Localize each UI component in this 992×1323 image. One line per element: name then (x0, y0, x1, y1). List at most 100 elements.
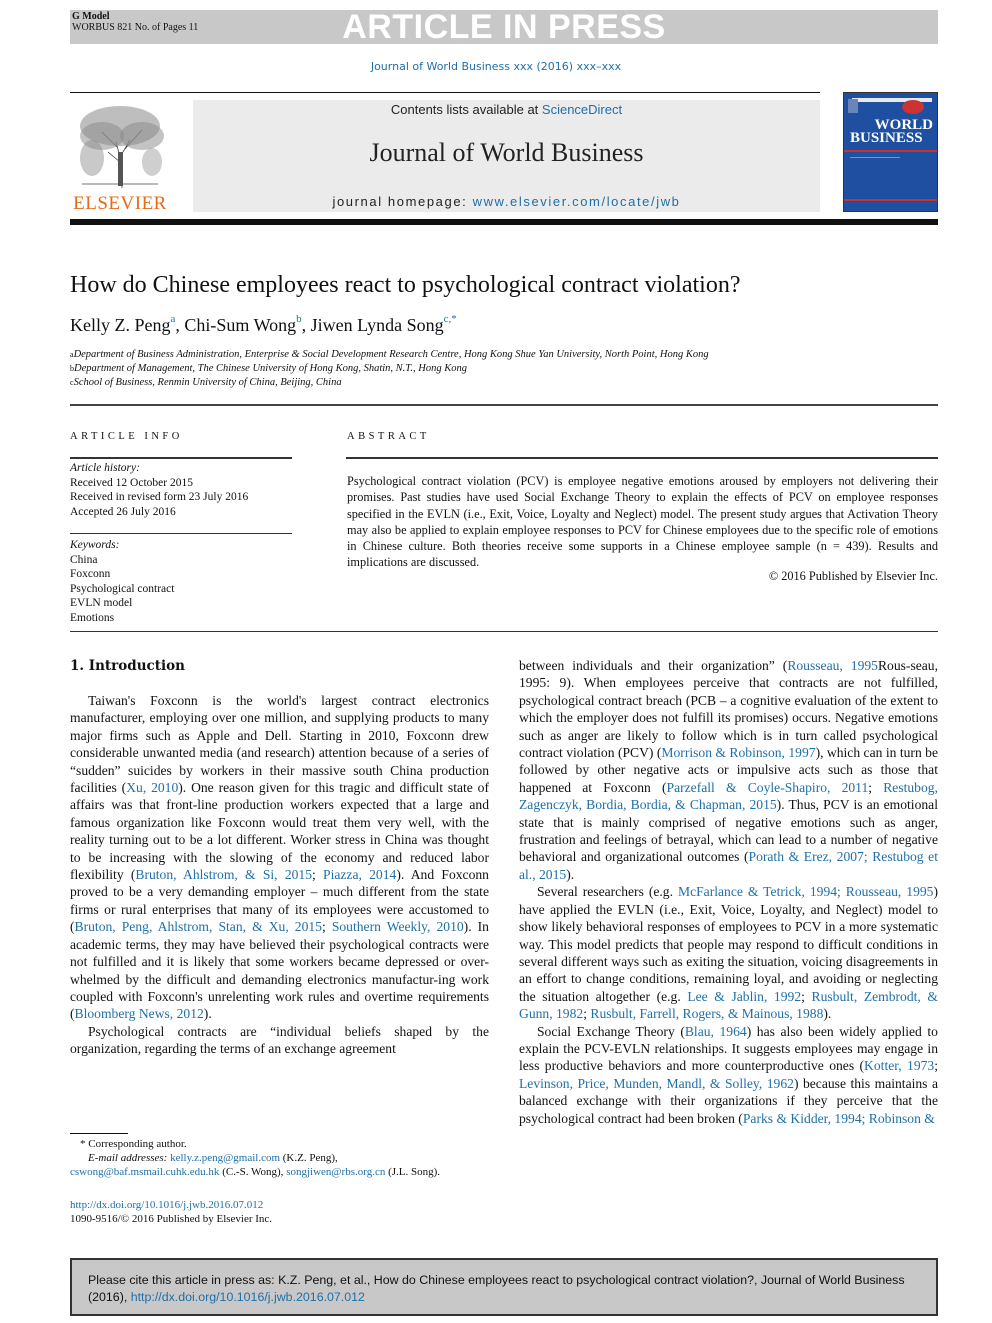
body-text: ; (801, 988, 812, 1004)
journal-title: Journal of World Business (369, 138, 644, 167)
history-label: Article history: (70, 462, 140, 474)
citation-link[interactable]: Morrison & Robinson, 1997 (661, 745, 815, 760)
sciencedirect-link[interactable]: ScienceDirect (542, 102, 622, 117)
author-name[interactable]: Jiwen Lynda Song (311, 315, 444, 335)
affiliation-text: Department of Business Administration, E… (73, 349, 709, 360)
citation-link[interactable]: Kotter, 1973 (864, 1058, 934, 1073)
elsevier-wordmark: ELSEVIER (73, 193, 167, 214)
body-paragraph: between individuals and their organizati… (519, 657, 938, 883)
citation-link[interactable]: Rousseau, 1995 (787, 658, 878, 673)
author-affiliation-marker[interactable]: c,* (444, 313, 457, 325)
header-divider (70, 92, 820, 93)
citation-link[interactable]: Parks & Kidder, 1994; Robinson & (743, 1111, 935, 1126)
section-heading-introduction: 1. Introduction (70, 658, 185, 674)
section-divider (70, 404, 938, 406)
citation-doi-link[interactable]: http://dx.doi.org/10.1016/j.jwb.2016.07.… (131, 1290, 365, 1304)
citation-link[interactable]: Piazza, 2014 (323, 867, 396, 882)
cover-publisher-logo (848, 99, 858, 113)
body-text: ; (321, 919, 332, 935)
article-title: How do Chinese employees react to psycho… (70, 272, 741, 298)
journal-cover-thumbnail[interactable]: WORLD BUSINESS (843, 92, 938, 212)
doi-block: http://dx.doi.org/10.1016/j.jwb.2016.07.… (70, 1198, 272, 1226)
email-link[interactable]: kelly.z.peng@gmail.com (170, 1152, 280, 1164)
body-text: Social Exchange Theory ( (537, 1023, 685, 1039)
abstract-rule (346, 457, 938, 459)
email-link[interactable]: songjiwen@rbs.org.cn (286, 1166, 385, 1178)
affiliation-item: bDepartment of Management, The Chinese U… (70, 362, 709, 376)
citation-link[interactable]: Bruton, Ahlstrom, & Si, 2015 (135, 867, 312, 882)
body-text: ). (566, 866, 575, 882)
citation-link[interactable]: Bruton, Peng, Ahlstrom, Stan, & Xu, 2015 (75, 919, 322, 934)
keywords: Keywords: China Foxconn Psychological co… (70, 538, 174, 625)
keywords-label: Keywords: (70, 539, 120, 551)
citation-link[interactable]: Parzefall & Coyle-Shapiro, 2011 (667, 780, 869, 795)
email-line: E-mail addresses: kelly.z.peng@gmail.com… (70, 1151, 500, 1165)
citation-link[interactable]: McFarlance & Tetrick, 1994; Rousseau, 19… (678, 884, 933, 899)
author-affiliation-marker[interactable]: b (296, 313, 302, 325)
body-paragraph: Social Exchange Theory (Blau, 1964) has … (519, 1023, 938, 1127)
cover-title-line2: BUSINESS (850, 130, 923, 146)
body-text: ; (312, 867, 324, 883)
article-info-heading: ARTICLE INFO (70, 431, 183, 442)
cover-contents-text (850, 157, 900, 178)
history-item: Received 12 October 2015 (70, 476, 193, 489)
email-owner: (C.-S. Wong), (219, 1166, 287, 1178)
keyword-item: Emotions (70, 611, 115, 624)
citation-link[interactable]: Xu, 2010 (126, 780, 178, 795)
abstract-copyright: © 2016 Published by Elsevier Inc. (768, 569, 938, 583)
citation-link[interactable]: Rusbult, Farrell, Rogers, & Mainous, 198… (590, 1006, 823, 1021)
article-history: Article history: Received 12 October 201… (70, 461, 248, 519)
email-owner: (K.Z. Peng), (280, 1152, 338, 1164)
abstract-text: Psychological contract violation (PCV) i… (347, 474, 938, 570)
citation-link[interactable]: Bloomberg News, 2012 (75, 1006, 204, 1021)
elsevier-tree-icon (72, 102, 168, 190)
body-left-column: Taiwan's Foxconn is the world's largest … (70, 692, 489, 1058)
body-text: ). (203, 1006, 212, 1022)
journal-citation-line[interactable]: Journal of World Business xxx (2016) xxx… (0, 60, 992, 73)
citation-link[interactable]: Levinson, Price, Munden, Mandl, & Solley… (519, 1076, 794, 1091)
author-name[interactable]: Chi-Sum Wong (184, 315, 296, 335)
banner-title: ARTICLE IN PRESS (342, 8, 666, 46)
citation-notice-box: Please cite this article in press as: K.… (70, 1258, 938, 1316)
keyword-item: Psychological contract (70, 582, 175, 595)
homepage-link[interactable]: www.elsevier.com/locate/jwb (473, 194, 681, 209)
author-affiliation-marker[interactable]: a (171, 313, 176, 325)
affiliation-text: Department of Management, The Chinese Un… (74, 363, 467, 374)
affiliation-text: School of Business, Renmin University of… (73, 377, 342, 388)
affiliation-item: cSchool of Business, Renmin University o… (70, 376, 709, 390)
keyword-item: Foxconn (70, 568, 111, 580)
body-text: Psychological contracts are “individual … (70, 1023, 489, 1057)
author-name[interactable]: Kelly Z. Peng (70, 315, 171, 335)
homepage-prefix: journal homepage: (332, 194, 473, 209)
cover-emblem-icon (902, 100, 924, 114)
masthead-thick-rule (70, 219, 938, 225)
body-text: ). (823, 1006, 832, 1022)
email-link[interactable]: cswong@baf.msmail.cuhk.edu.hk (70, 1166, 219, 1178)
citation-link[interactable]: Southern Weekly, 2010 (332, 919, 464, 934)
article-info-rule (70, 457, 292, 459)
abstract-bottom-rule (70, 631, 938, 632)
body-text: Several researchers (e.g. (537, 884, 678, 900)
history-item: Accepted 26 July 2016 (70, 505, 176, 518)
abstract-heading: ABSTRACT (347, 431, 430, 442)
citation-link[interactable]: Lee & Jablin, 1992 (687, 989, 801, 1004)
issn-line: 1090-9516/© 2016 Published by Elsevier I… (70, 1213, 273, 1225)
elsevier-logo[interactable]: ELSEVIER (70, 100, 170, 215)
homepage-line: journal homepage: www.elsevier.com/locat… (193, 194, 820, 209)
citation-link[interactable]: Blau, 1964 (685, 1024, 747, 1039)
history-item: Received in revised form 23 July 2016 (70, 491, 249, 503)
body-paragraph: Several researchers (e.g. McFarlance & T… (519, 883, 938, 1022)
body-right-column: between individuals and their organizati… (519, 657, 938, 1127)
journal-masthead: Contents lists available at ScienceDirec… (193, 100, 820, 212)
body-text: ) have applied the EVLN (i.e., Exit, Voi… (519, 884, 938, 1004)
affiliations: aDepartment of Business Administration, … (70, 348, 709, 390)
email-label: E-mail addresses: (88, 1152, 171, 1164)
doi-link[interactable]: http://dx.doi.org/10.1016/j.jwb.2016.07.… (70, 1198, 272, 1212)
body-paragraph: Taiwan's Foxconn is the world's largest … (70, 692, 489, 1023)
contents-line: Contents lists available at ScienceDirec… (193, 102, 820, 117)
email-line: cswong@baf.msmail.cuhk.edu.hk (C.-S. Won… (70, 1165, 500, 1179)
email-owner: (J.L. Song). (385, 1166, 441, 1178)
body-text: between individuals and their organizati… (519, 658, 788, 673)
keyword-item: China (70, 553, 98, 566)
footnote-rule (70, 1133, 128, 1134)
